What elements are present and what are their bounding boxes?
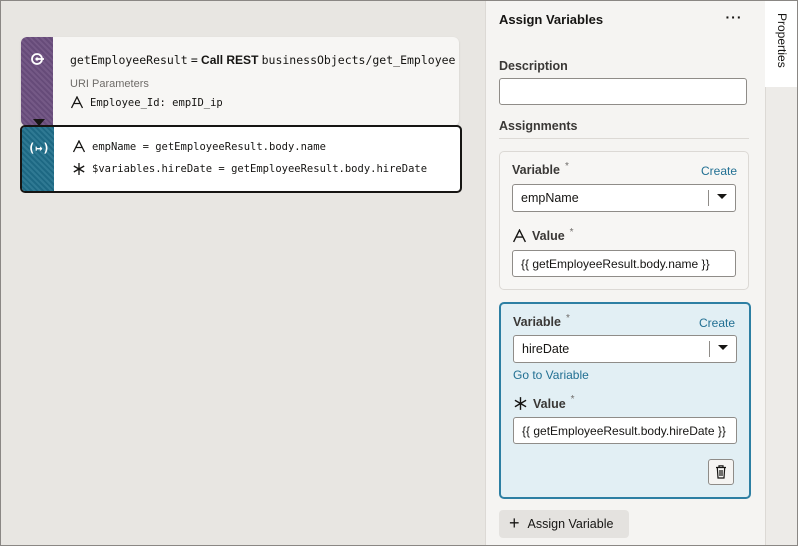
variable-label-text: Variable	[512, 163, 560, 177]
assign-variable-button[interactable]: + Assign Variable	[499, 510, 629, 538]
tab-properties[interactable]: Properties	[765, 1, 797, 87]
value-field[interactable]: {{ getEmployeeResult.body.hireDate }}	[513, 417, 737, 444]
variable-select[interactable]: empName	[512, 184, 736, 212]
trash-icon	[716, 465, 726, 479]
value-label-text: Value	[532, 229, 565, 243]
equals-sign: =	[190, 53, 198, 67]
uri-parameters-label: URI Parameters	[70, 78, 149, 90]
value-field[interactable]: {{ getEmployeeResult.body.name }}	[512, 250, 736, 277]
select-separator	[709, 341, 710, 357]
any-type-icon	[73, 163, 85, 175]
assign-variables-strip: (↦)	[22, 127, 54, 191]
required-marker: *	[564, 160, 569, 172]
variable-select-value: hireDate	[522, 342, 570, 356]
delete-button[interactable]	[708, 459, 734, 485]
assignment-line: $variables.hireDate = getEmployeeResult.…	[72, 162, 427, 176]
text-type-icon	[70, 96, 84, 109]
text-type-icon	[512, 229, 527, 243]
variable-select-value: empName	[521, 191, 579, 205]
tab-properties-label: Properties	[775, 13, 789, 68]
properties-panel: Assign Variables ··· Description Assignm…	[485, 1, 766, 545]
description-field[interactable]	[499, 78, 747, 105]
value-field-text: {{ getEmployeeResult.body.name }}	[521, 257, 710, 271]
uri-parameter: Employee_Id: empID_ip	[70, 96, 223, 109]
assignment-line-text: $variables.hireDate = getEmployeeResult.…	[92, 163, 428, 175]
call-rest-node[interactable]: getEmployeeResult = Call REST businessOb…	[21, 37, 459, 126]
call-rest-strip	[21, 37, 53, 126]
assign-variables-icon: (↦)	[28, 141, 50, 155]
value-label: Value *	[512, 226, 574, 243]
assign-variable-label: Assign Variable	[527, 517, 614, 531]
value-label-text: Value	[533, 396, 566, 411]
plus-icon: +	[509, 513, 520, 533]
required-marker: *	[565, 312, 570, 324]
assignment-line: empName = getEmployeeResult.body.name	[72, 140, 326, 153]
value-field-text: {{ getEmployeeResult.body.hireDate }}	[522, 424, 726, 438]
result-variable: getEmployeeResult	[70, 53, 188, 67]
call-rest-title: getEmployeeResult = Call REST businessOb…	[70, 53, 455, 67]
assignment-line-text: empName = getEmployeeResult.body.name	[92, 140, 326, 153]
variable-label: Variable *	[513, 312, 570, 330]
action-type: Call REST	[201, 53, 259, 67]
more-options-icon[interactable]: ···	[724, 9, 744, 29]
divider	[499, 138, 749, 139]
chevron-down-icon[interactable]	[718, 345, 728, 350]
assignment-card-selected[interactable]: Variable * Create hireDate Go to Variabl…	[499, 302, 751, 499]
assignments-label: Assignments	[499, 119, 578, 133]
panel-title: Assign Variables	[499, 12, 604, 27]
app-frame: getEmployeeResult = Call REST businessOb…	[0, 0, 798, 546]
any-type-icon	[514, 397, 527, 410]
required-marker: *	[570, 394, 575, 405]
variable-label-text: Variable	[513, 315, 561, 329]
text-type-icon	[72, 140, 86, 153]
action-chain-canvas[interactable]: getEmployeeResult = Call REST businessOb…	[1, 1, 485, 545]
required-marker: *	[569, 226, 574, 238]
description-label: Description	[499, 59, 568, 73]
create-variable-link[interactable]: Create	[701, 164, 737, 178]
right-sidebar: Properties	[765, 1, 797, 545]
assignment-card[interactable]: Variable * Create empName Value * {{ get…	[499, 151, 749, 290]
variable-select[interactable]: hireDate	[513, 335, 737, 363]
create-variable-link[interactable]: Create	[699, 316, 735, 330]
endpoint: businessObjects/get_Employee	[261, 53, 456, 67]
select-separator	[708, 190, 709, 206]
variable-label: Variable *	[512, 160, 569, 178]
uri-parameter-text: Employee_Id: empID_ip	[90, 96, 223, 109]
chevron-down-icon[interactable]	[717, 194, 727, 199]
value-label: Value *	[513, 394, 575, 411]
assign-variables-node[interactable]: (↦) empName = getEmployeeResult.body.nam…	[20, 125, 462, 193]
rest-call-icon	[31, 53, 44, 65]
go-to-variable-link[interactable]: Go to Variable	[513, 368, 589, 382]
